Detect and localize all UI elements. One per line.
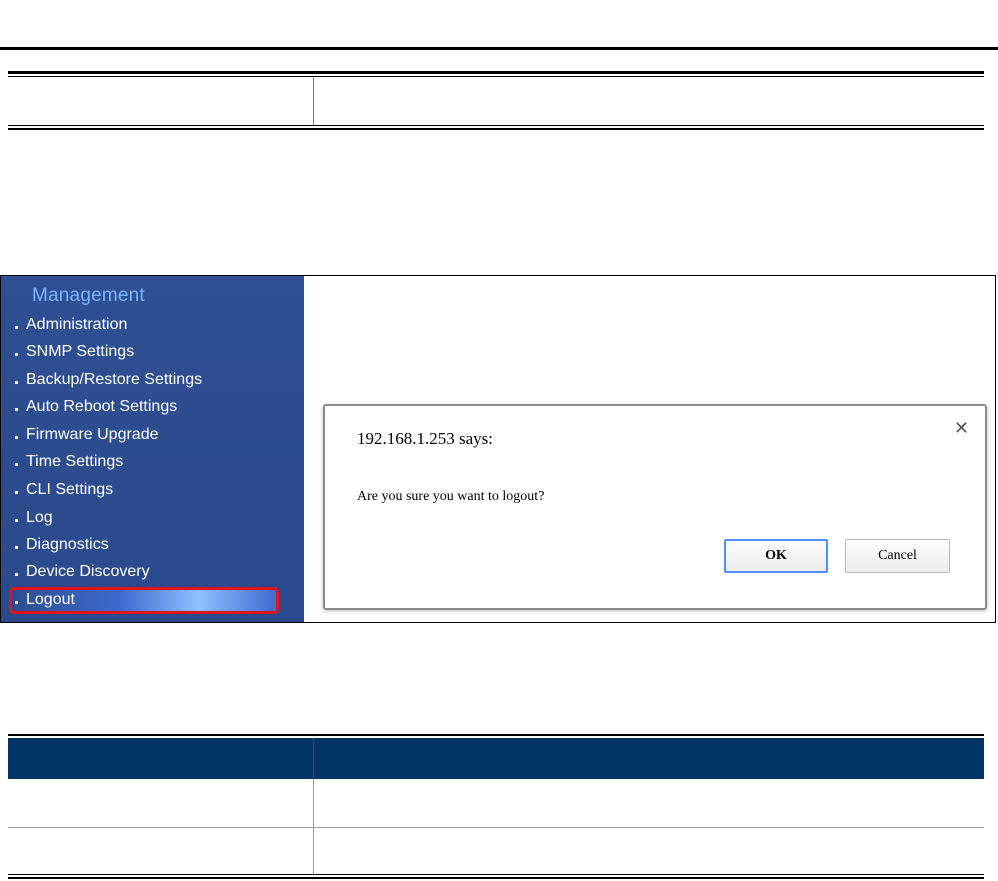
sidebar-item-label: Firmware Upgrade	[26, 426, 159, 443]
sidebar: Management Administration SNMP Settings …	[1, 276, 304, 622]
sidebar-item-label: Auto Reboot Settings	[26, 398, 178, 415]
table-row	[8, 827, 984, 828]
sidebar-item-backup-restore[interactable]: Backup/Restore Settings	[15, 367, 277, 393]
bullet-icon	[15, 573, 18, 577]
bullet-icon	[15, 381, 18, 385]
bullet-icon	[15, 408, 18, 412]
ok-button[interactable]: OK	[724, 539, 828, 573]
logout-highlight-box	[9, 587, 279, 614]
sidebar-item-label: Device Discovery	[26, 563, 150, 580]
sidebar-item-label: Log	[26, 509, 53, 526]
table-border	[8, 128, 984, 130]
table-header	[8, 738, 984, 779]
sidebar-item-label: SNMP Settings	[26, 343, 135, 360]
sidebar-item-device-discovery[interactable]: Device Discovery	[15, 559, 277, 585]
bullet-icon	[15, 491, 18, 495]
sidebar-item-time-settings[interactable]: Time Settings	[15, 449, 277, 475]
cancel-button[interactable]: Cancel	[845, 539, 950, 573]
sidebar-item-snmp-settings[interactable]: SNMP Settings	[15, 339, 277, 365]
bullet-icon	[15, 463, 18, 467]
page-top-rule	[0, 47, 998, 50]
sidebar-item-label: CLI Settings	[26, 481, 114, 498]
sidebar-item-label: Administration	[26, 316, 128, 333]
sidebar-item-label: Time Settings	[26, 453, 124, 470]
dialog-message: Are you sure you want to logout?	[357, 489, 545, 504]
table-column-divider	[313, 77, 314, 126]
dialog-title: 192.168.1.253 says:	[357, 429, 493, 448]
sidebar-item-label: Backup/Restore Settings	[26, 371, 203, 388]
sidebar-item-diagnostics[interactable]: Diagnostics	[15, 532, 277, 558]
table-border	[8, 76, 984, 77]
logout-screenshot: Management Administration SNMP Settings …	[0, 275, 996, 623]
bullet-icon	[15, 353, 18, 357]
bullet-icon	[15, 546, 18, 550]
table-border	[8, 71, 984, 74]
sidebar-item-log[interactable]: Log	[15, 505, 277, 531]
bullet-icon	[15, 519, 18, 523]
table-border	[8, 125, 984, 126]
sidebar-item-administration[interactable]: Administration	[15, 312, 277, 338]
table-border	[8, 877, 984, 879]
sidebar-item-firmware-upgrade[interactable]: Firmware Upgrade	[15, 422, 277, 448]
table-border	[8, 874, 984, 875]
sidebar-section-title: Management	[32, 285, 145, 306]
sidebar-item-label: Diagnostics	[26, 536, 109, 553]
table-border	[8, 734, 984, 736]
sidebar-item-cli-settings[interactable]: CLI Settings	[15, 477, 277, 503]
bullet-icon	[15, 326, 18, 330]
close-icon[interactable]: ✕	[954, 418, 969, 439]
bullet-icon	[15, 436, 18, 440]
table-column-divider	[313, 738, 314, 779]
sidebar-item-auto-reboot[interactable]: Auto Reboot Settings	[15, 394, 277, 420]
logout-confirm-dialog: 192.168.1.253 says: ✕ Are you sure you w…	[323, 404, 987, 610]
